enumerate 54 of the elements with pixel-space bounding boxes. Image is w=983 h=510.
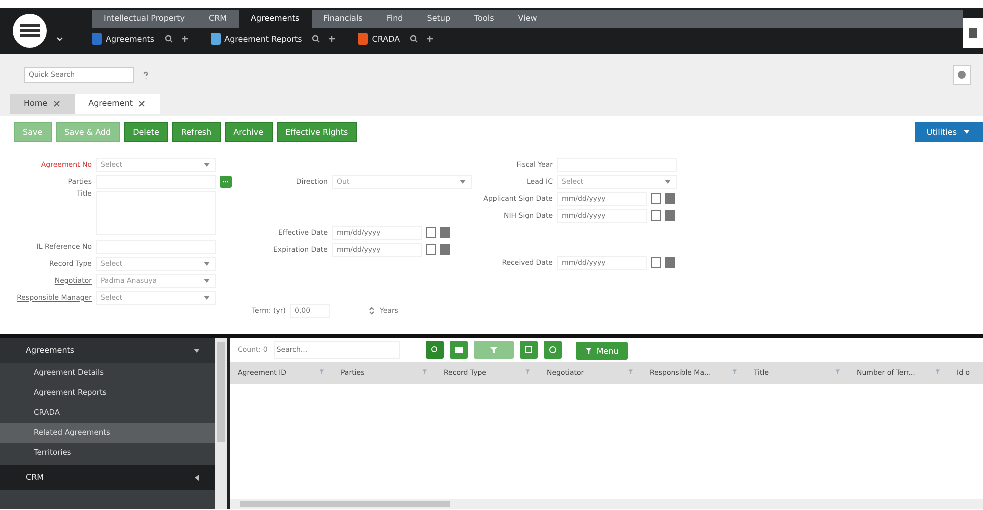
- logo-icon[interactable]: [12, 13, 48, 49]
- menu-tab[interactable]: Setup: [415, 10, 463, 28]
- sidebar-section[interactable]: CRM: [0, 465, 215, 490]
- caret-icon: [203, 294, 211, 302]
- circle-icon: [548, 346, 557, 354]
- utilities-button[interactable]: Utilities: [914, 122, 983, 142]
- caret-icon: [203, 160, 211, 168]
- module-icon[interactable]: [358, 33, 368, 45]
- export-button[interactable]: [450, 341, 468, 359]
- close-icon[interactable]: [52, 100, 61, 108]
- menu-tab[interactable]: Financials: [312, 10, 375, 28]
- filter-icon: [584, 347, 593, 355]
- caret-icon: [193, 474, 201, 482]
- page-tab[interactable]: Agreement: [74, 94, 160, 114]
- action-button[interactable]: Refresh: [172, 122, 221, 142]
- menu-tab[interactable]: Agreements: [239, 10, 312, 28]
- add-icon[interactable]: [426, 35, 434, 43]
- search-button[interactable]: [426, 341, 444, 359]
- module-link[interactable]: CRADA: [372, 34, 400, 44]
- caret-icon: [203, 276, 211, 284]
- menu-tab[interactable]: View: [506, 10, 550, 28]
- caret-icon: [203, 260, 211, 268]
- square-icon: [524, 346, 533, 354]
- copy-button[interactable]: [520, 341, 538, 359]
- caret-icon: [963, 128, 971, 136]
- caret-icon[interactable]: [56, 34, 64, 43]
- page-tab[interactable]: Home: [10, 94, 75, 114]
- scrollbar-thumb[interactable]: [240, 501, 450, 507]
- caret-icon: [664, 178, 672, 186]
- sidebar-section[interactable]: Agreements: [0, 338, 215, 363]
- document-icon: [454, 347, 463, 353]
- close-icon[interactable]: [138, 100, 146, 108]
- action-button[interactable]: Delete: [124, 122, 168, 142]
- module-link[interactable]: Agreement Reports: [224, 34, 302, 44]
- menu-button[interactable]: Menu: [576, 342, 628, 360]
- module-icon[interactable]: [210, 33, 221, 45]
- refresh-button[interactable]: [544, 341, 562, 359]
- lookup-button[interactable]: [220, 176, 232, 188]
- menu-tab[interactable]: CRM: [196, 10, 240, 28]
- menu-tab[interactable]: Intellectual Property: [92, 10, 197, 28]
- action-button[interactable]: Effective Rights: [276, 122, 358, 142]
- add-icon[interactable]: [180, 35, 189, 43]
- action-button[interactable]: Archive: [224, 122, 273, 142]
- filter-icon: [490, 347, 498, 353]
- module-link[interactable]: Agreements: [106, 34, 155, 44]
- scrollbar-thumb[interactable]: [217, 342, 225, 442]
- filter-button[interactable]: [474, 341, 514, 359]
- add-icon[interactable]: [328, 35, 336, 43]
- menu-tab[interactable]: Find: [374, 10, 416, 28]
- caret-icon: [193, 346, 201, 354]
- help-icon[interactable]: [142, 71, 150, 80]
- spinner-icon[interactable]: [368, 306, 376, 314]
- caret-icon: [459, 178, 467, 186]
- menu-tab[interactable]: Tools: [462, 10, 506, 28]
